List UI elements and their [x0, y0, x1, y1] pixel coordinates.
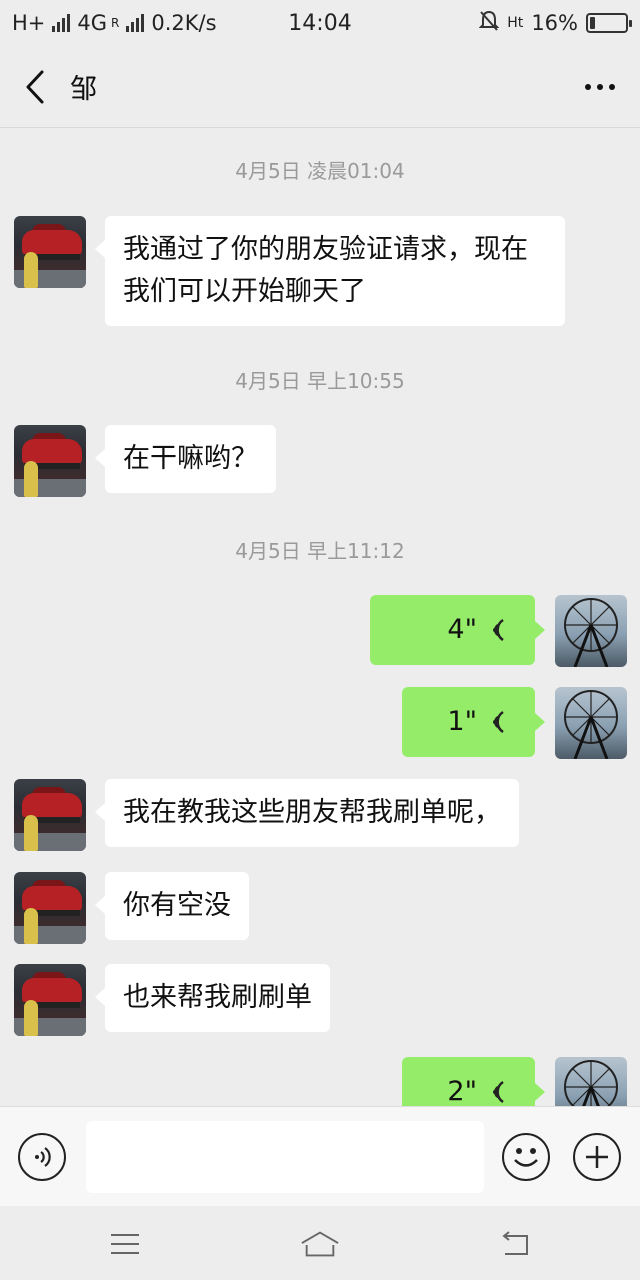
avatar-contact[interactable]	[14, 425, 86, 497]
avatar-self[interactable]	[555, 595, 627, 667]
voice-message-outgoing[interactable]: 1"	[402, 687, 545, 757]
message-bubble-incoming[interactable]: 我通过了你的朋友验证请求，现在我们可以开始聊天了	[95, 216, 565, 326]
voice-message-outgoing[interactable]: 2"	[402, 1057, 545, 1106]
home-button[interactable]	[300, 1224, 340, 1264]
voice-input-button[interactable]	[18, 1133, 66, 1181]
emoji-button[interactable]	[502, 1133, 550, 1181]
voice-duration: 1"	[447, 706, 477, 737]
timestamp: 4月5日 早上11:12	[235, 539, 405, 563]
message-bubble-incoming[interactable]: 你有空没	[95, 872, 249, 940]
home-icon	[301, 1231, 339, 1257]
chevron-left-icon	[26, 70, 44, 103]
voice-wave-icon	[493, 618, 504, 642]
chat-header: 邹	[0, 46, 640, 128]
message-input[interactable]	[86, 1121, 484, 1193]
avatar-contact[interactable]	[14, 779, 86, 851]
voice-wave-icon	[493, 1080, 504, 1104]
menu-icon	[111, 1234, 139, 1254]
menu-button[interactable]	[105, 1224, 145, 1264]
avatar-contact[interactable]	[14, 216, 86, 288]
more-dot	[597, 83, 603, 90]
message-bubble-incoming[interactable]: 也来帮我刷刷单	[95, 964, 330, 1032]
timestamp: 4月5日 早上10:55	[235, 369, 405, 393]
more-button[interactable]	[560, 46, 640, 128]
message-bubble-incoming[interactable]: 在干嘛哟？	[95, 425, 276, 493]
back-nav-button[interactable]	[495, 1224, 535, 1264]
voice-input-icon	[35, 1147, 51, 1167]
avatar-self[interactable]	[555, 1057, 627, 1106]
voice-duration: 2"	[447, 1076, 477, 1106]
avatar-contact[interactable]	[14, 872, 86, 944]
battery-fill	[590, 17, 595, 29]
system-nav-bar	[0, 1206, 640, 1280]
more-dots-icon	[585, 83, 591, 90]
status-bar: H+ 4G R 0.2K/s 14:04 Ht 16%	[0, 0, 640, 46]
timestamp: 4月5日 凌晨01:04	[235, 159, 405, 183]
input-bar	[0, 1106, 640, 1206]
plus-button[interactable]	[573, 1133, 621, 1181]
message-bubble-incoming[interactable]: 我在教我这些朋友帮我刷单呢，	[95, 779, 519, 847]
chat-title: 邹	[70, 74, 97, 105]
battery-icon	[586, 13, 632, 33]
avatar-self[interactable]	[555, 687, 627, 759]
return-icon	[502, 1231, 528, 1255]
chat-area[interactable]: 4月5日 凌晨01:04 我通过了你的朋友验证请求，现在我们可以开始聊天了 4月…	[0, 129, 640, 1106]
plus-icon	[586, 1146, 608, 1168]
voice-wave-icon	[493, 710, 504, 734]
voice-message-outgoing[interactable]: 4"	[370, 595, 545, 665]
emoji-icon	[514, 1148, 538, 1167]
voice-duration: 4"	[447, 614, 477, 645]
status-time: 14:04	[288, 10, 352, 36]
back-button[interactable]	[0, 46, 70, 128]
avatar-contact[interactable]	[14, 964, 86, 1036]
more-dot	[609, 83, 615, 90]
